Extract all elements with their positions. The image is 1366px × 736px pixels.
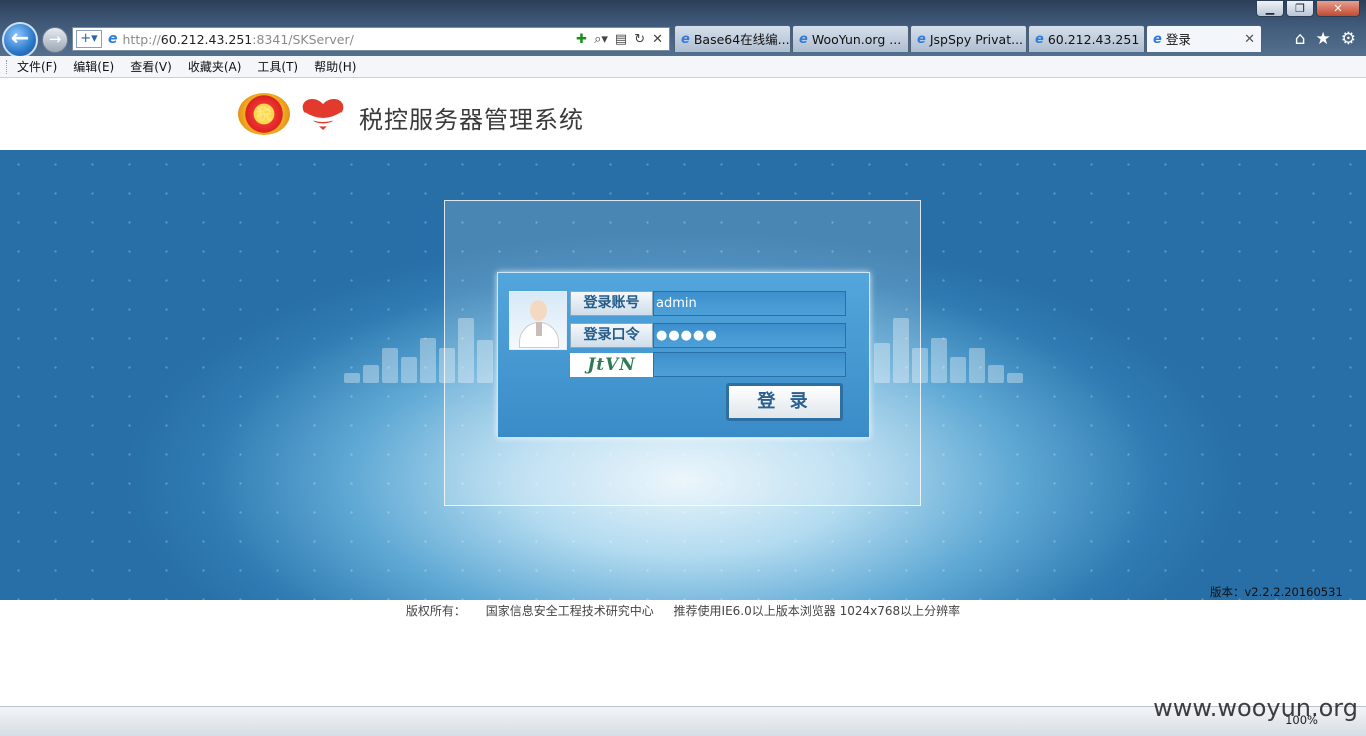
menu-view[interactable]: 查看(V) [130, 58, 172, 75]
compatibility-icon[interactable]: ✚ [576, 32, 587, 47]
stop-icon[interactable]: ✕ [652, 32, 663, 47]
page-footer: 版权所有： 国家信息安全工程技术研究中心 推荐使用IE6.0以上版本浏览器 10… [0, 600, 1366, 619]
url-domain: 60.212.43.251 [160, 31, 253, 47]
page-menu-icon[interactable]: +▾ [76, 30, 102, 48]
refresh-icon[interactable]: ↻ [634, 32, 645, 47]
version-label: 版本：v2.2.2.20160531 [1210, 585, 1343, 599]
watermark: www.wooyun.org [1153, 694, 1358, 722]
login-button[interactable]: 登 录 [726, 383, 843, 421]
close-tab-icon[interactable]: ✕ [1244, 27, 1255, 52]
decor-bar [950, 357, 966, 383]
page-header [0, 79, 1366, 150]
arrow-left-icon: ← [10, 26, 30, 51]
tab-jspspy[interactable]: e JspSpy Privat... [910, 25, 1027, 52]
menu-favorites[interactable]: 收藏夹(A) [188, 58, 242, 75]
tab-label: Base64在线编... [693, 31, 790, 47]
ie-tab-icon: e [681, 31, 690, 47]
browser-recommendation: 推荐使用IE6.0以上版本浏览器 1024x768以上分辨率 [673, 604, 961, 618]
decor-bar [382, 348, 398, 383]
favorites-star-icon[interactable]: ★ [1316, 29, 1331, 49]
decor-bar [988, 365, 1004, 383]
login-banner: 登录账号 admin 登录口令 ●●●●● JtVN 登 录 版本：v2.2.2… [0, 150, 1366, 600]
decor-bar [344, 373, 360, 383]
decor-bar [1007, 373, 1023, 383]
minimize-button[interactable]: ▁ [1256, 0, 1284, 17]
password-input[interactable]: ●●●●● [653, 323, 846, 348]
settings-gear-icon[interactable]: ⚙ [1341, 29, 1356, 49]
browser-tools: ⌂ ★ ⚙ [1295, 29, 1356, 49]
browser-chrome: ▁ ❐ ✕ ← → +▾ e http:// 60.212.43.251 :83… [0, 0, 1366, 58]
password-label: 登录口令 [570, 323, 653, 348]
tab-login[interactable]: e 登录 ✕ [1146, 25, 1262, 52]
menu-bar: 文件(F) 编辑(E) 查看(V) 收藏夹(A) 工具(T) 帮助(H) [0, 56, 1366, 78]
captcha-image[interactable]: JtVN [570, 353, 653, 377]
toolbar-grip [6, 59, 9, 74]
ie-tab-icon: e [917, 31, 926, 47]
tab-label: JspSpy Privat... [929, 31, 1024, 47]
menu-edit[interactable]: 编辑(E) [73, 58, 114, 75]
ie-tab-icon: e [799, 31, 808, 47]
tab-wooyun[interactable]: e WooYun.org ... [792, 25, 909, 52]
page-view-icon[interactable]: ▤ [615, 32, 627, 47]
decor-bar [420, 338, 436, 383]
restore-button[interactable]: ❐ [1286, 0, 1314, 17]
tax-control-logo [302, 98, 344, 130]
decor-bar [969, 348, 985, 383]
copyright-org: 国家信息安全工程技术研究中心 [485, 604, 654, 618]
user-avatar-icon [509, 291, 567, 350]
forward-button[interactable]: → [42, 27, 68, 53]
url-path: :8341/SKServer/ [252, 31, 354, 47]
decor-bar [401, 357, 417, 383]
ie-page-icon: e [108, 31, 118, 47]
back-button[interactable]: ← [2, 22, 38, 58]
system-title: 税控服务器管理系统 [359, 106, 584, 134]
tab-strip: e Base64在线编... e WooYun.org ... e JspSpy Pr… [674, 25, 1263, 52]
copyright-label: 版权所有： [405, 604, 466, 618]
decor-bar [363, 365, 379, 383]
tab-label: 登录 [1165, 31, 1191, 47]
menu-file[interactable]: 文件(F) [17, 58, 57, 75]
account-label: 登录账号 [570, 291, 653, 316]
home-icon[interactable]: ⌂ [1295, 29, 1306, 49]
captcha-input[interactable] [653, 352, 846, 377]
account-input[interactable]: admin [653, 291, 846, 316]
ie-tab-icon: e [1035, 31, 1044, 47]
ie-tab-icon: e [1153, 31, 1162, 47]
tab-base64[interactable]: e Base64在线编... [674, 25, 791, 52]
tab-label: 60.212.43.251 [1047, 31, 1140, 47]
menu-help[interactable]: 帮助(H) [314, 58, 356, 75]
tab-label: WooYun.org ... [811, 31, 902, 47]
search-icon[interactable]: ⌕▾ [594, 32, 608, 47]
address-bar[interactable]: +▾ e http:// 60.212.43.251 :8341/SKServe… [72, 27, 670, 51]
menu-tools[interactable]: 工具(T) [257, 58, 298, 75]
tab-ip[interactable]: e 60.212.43.251 [1028, 25, 1145, 52]
window-controls: ▁ ❐ ✕ [1256, 0, 1360, 17]
login-panel: 登录账号 admin 登录口令 ●●●●● JtVN 登 录 [497, 272, 870, 438]
close-window-button[interactable]: ✕ [1316, 0, 1360, 17]
arrow-right-icon: → [48, 30, 62, 48]
decor-bar [931, 338, 947, 383]
tax-emblem-logo: 税 [238, 93, 290, 135]
url-scheme: http:// [122, 31, 161, 47]
